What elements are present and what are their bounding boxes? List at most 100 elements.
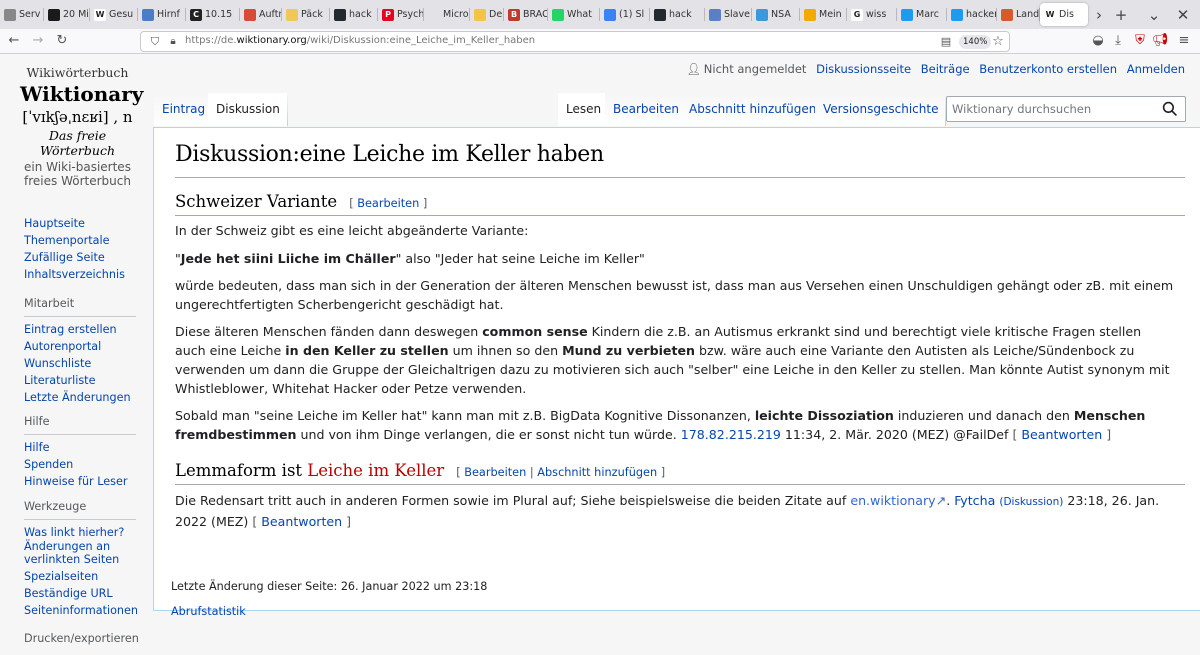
browser-tab[interactable]: Marc [897, 3, 947, 26]
browser-tab[interactable]: (1) Sl [600, 3, 650, 26]
sidebar-item-donate[interactable]: Spenden [24, 456, 136, 473]
sidebar-heading-drucken[interactable]: Drucken/exportieren [24, 632, 139, 645]
tab-label: Der I [489, 9, 504, 20]
tab-label: BRAC [523, 9, 548, 20]
search-input[interactable] [952, 102, 1152, 116]
list-tabs-icon[interactable]: ⌄ [1143, 4, 1165, 26]
tab-entry[interactable]: Eintrag [154, 93, 214, 126]
redlink-leiche-im-keller[interactable]: Leiche im Keller [307, 461, 444, 480]
browser-tab[interactable]: 20 Minu [44, 3, 90, 26]
tab-label: 20 Minu [63, 9, 90, 20]
tab-label: Slave [724, 9, 750, 20]
bookmark-star-icon[interactable]: ☆ [988, 32, 1008, 52]
section-divider [175, 484, 1185, 485]
reply-link[interactable]: Beantworten [261, 514, 342, 529]
new-tab-icon[interactable]: + [1110, 4, 1132, 26]
sidebar-item-wishlist[interactable]: Wunschliste [24, 355, 136, 372]
reader-view-icon[interactable]: ▤ [936, 32, 956, 52]
browser-tab[interactable]: Mein [800, 3, 847, 26]
external-link-en-wiktionary[interactable]: en.wiktionary [850, 493, 935, 508]
add-section-link[interactable]: Abschnitt hinzufügen [537, 466, 657, 479]
browser-tab[interactable]: Serv [0, 3, 44, 26]
browser-tab[interactable]: P Psych [378, 3, 424, 26]
talk-page-link[interactable]: Diskussionsseite [816, 62, 911, 76]
tab-read[interactable]: Lesen [558, 93, 610, 126]
search-icon[interactable] [1162, 101, 1178, 117]
url-bar[interactable]: ⛉ 🔒︎ https://de.wiktionary.org/wiki/Disk… [140, 31, 1010, 52]
tab-label: Dis [1059, 9, 1074, 20]
browser-tab[interactable]: Hirnf [138, 3, 186, 26]
tab-discussion[interactable]: Diskussion [208, 93, 288, 126]
stats-link[interactable]: Abrufstatistik [171, 605, 246, 618]
browser-tab[interactable]: B BRAC [504, 3, 548, 26]
browser-tab[interactable]: W Gesu [90, 3, 138, 26]
url-text[interactable]: https://de.wiktionary.org/wiki/Diskussio… [185, 35, 535, 46]
sidebar-item-permalink[interactable]: Beständige URL [24, 585, 138, 602]
sidebar-item-what-links-here[interactable]: Was linkt hierher? [24, 524, 138, 541]
sidebar-item-hauptseite[interactable]: Hauptseite [24, 215, 125, 232]
browser-tab[interactable]: C 10.15 [186, 3, 240, 26]
sidebar-item-help[interactable]: Hilfe [24, 439, 136, 456]
browser-tab[interactable]: Auftr [240, 3, 282, 26]
logo-subtitle: ein Wiki-basiertes freies Wörterbuch [24, 160, 131, 188]
sidebar-item-literature[interactable]: Literaturliste [24, 372, 136, 389]
browser-tab[interactable]: hack [330, 3, 378, 26]
tab-favicon-icon [286, 8, 298, 21]
sidebar-item-themenportale[interactable]: Themenportale [24, 232, 125, 249]
browser-tab[interactable]: Land [997, 3, 1040, 26]
sidebar-item-index[interactable]: Inhaltsverzeichnis [24, 266, 125, 283]
browser-tab[interactable]: Slave [705, 3, 752, 26]
sidebar-item-page-info[interactable]: Seiteninformationen [24, 602, 138, 619]
downloads-icon[interactable]: ⤓ [1108, 31, 1128, 51]
forward-icon[interactable]: → [28, 31, 48, 51]
browser-tab[interactable]: W Dis [1040, 3, 1088, 26]
sidebar-item-special-pages[interactable]: Spezialseiten [24, 568, 138, 585]
zoom-level-badge[interactable]: 140% [959, 35, 992, 49]
ip-user-link[interactable]: 178.82.215.219 [681, 427, 781, 442]
wiktionary-logo[interactable]: Wikiwörterbuch Wiktionary [ˈvɪkʃəˌnɛʁi] … [20, 65, 143, 188]
back-icon[interactable]: ← [4, 31, 24, 51]
megaphone-icon[interactable]: 📢︎ [1150, 31, 1170, 51]
tab-scroll-right-icon[interactable]: › [1088, 4, 1110, 26]
browser-tab[interactable]: What [548, 3, 600, 26]
tab-label: Päck [301, 9, 323, 20]
pocket-icon[interactable]: ◒ [1088, 31, 1108, 51]
close-window-icon[interactable]: ✕ [1172, 4, 1194, 26]
login-link[interactable]: Anmelden [1127, 62, 1185, 76]
page-title: Diskussion:eine Leiche im Keller haben [175, 142, 604, 167]
edit-section-1-link[interactable]: Bearbeiten [357, 197, 419, 210]
user-talk-link[interactable]: Diskussion [1003, 496, 1059, 508]
ublock-icon[interactable]: ⛨ [1130, 31, 1150, 51]
sidebar-item-author-portal[interactable]: Autorenportal [24, 338, 136, 355]
reply-link[interactable]: Beantworten [1021, 427, 1102, 442]
logo-tagline: Das freie Wörterbuch [40, 128, 115, 158]
tab-add-section[interactable]: Abschnitt hinzufügen [681, 93, 825, 126]
browser-tab[interactable]: NSA [752, 3, 800, 26]
tab-favicon-icon: P [382, 8, 394, 21]
menu-icon[interactable]: ≡ [1174, 31, 1194, 51]
edit-section-2-link[interactable]: Bearbeiten [464, 466, 526, 479]
contributions-link[interactable]: Beiträge [921, 62, 970, 76]
sidebar-item-create-entry[interactable]: Eintrag erstellen [24, 321, 136, 338]
sidebar-item-recent-changes[interactable]: Letzte Änderungen [24, 389, 136, 406]
sidebar-mitarbeit: Mitarbeit Eintrag erstellen Autorenporta… [24, 297, 136, 406]
reload-icon[interactable]: ↻ [52, 31, 72, 51]
browser-tab[interactable]: Der I [470, 3, 504, 26]
lock-icon[interactable]: 🔒︎ [163, 32, 183, 52]
browser-tab[interactable]: hackers [947, 3, 997, 26]
browser-tab[interactable]: Microso [424, 3, 470, 26]
shield-icon[interactable]: ⛉ [145, 32, 165, 52]
tab-edit[interactable]: Bearbeiten [605, 93, 687, 126]
sidebar-item-random[interactable]: Zufällige Seite [24, 249, 125, 266]
sidebar-item-related-changes[interactable]: Änderungen an verlinkten Seiten [24, 540, 134, 568]
browser-tab[interactable]: Gwiss [847, 3, 897, 26]
sidebar-item-reader-notes[interactable]: Hinweise für Leser [24, 473, 136, 490]
tab-favicon-icon [474, 8, 486, 21]
tab-favicon-icon [48, 8, 60, 21]
tab-history[interactable]: Versionsgeschichte [815, 93, 947, 126]
create-account-link[interactable]: Benutzerkonto erstellen [979, 62, 1117, 76]
browser-tab[interactable]: hack [650, 3, 705, 26]
tab-favicon-icon [604, 8, 616, 21]
browser-tab[interactable]: Päck [282, 3, 330, 26]
user-link-fytcha[interactable]: Fytcha [954, 493, 995, 508]
